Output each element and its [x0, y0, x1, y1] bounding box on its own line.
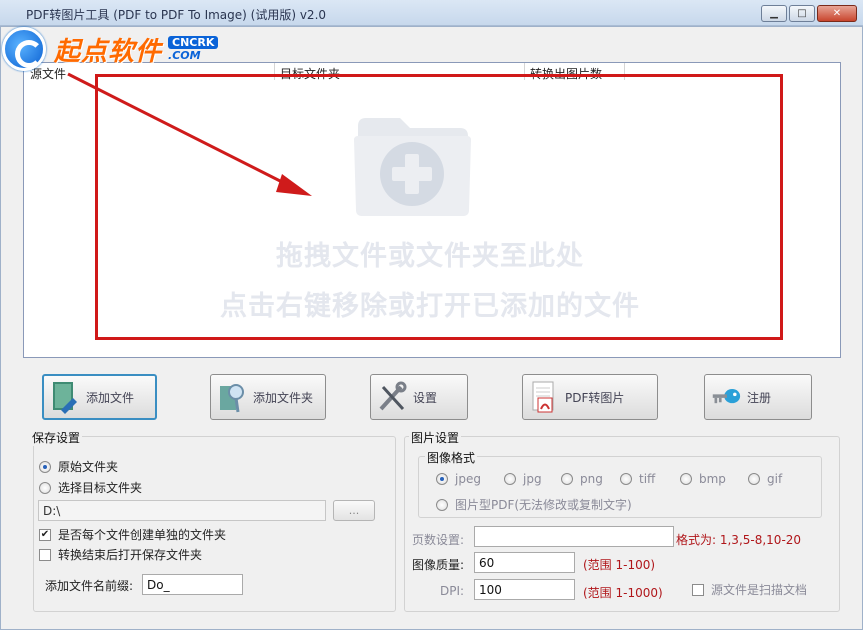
logo-domain: .COM [168, 49, 201, 62]
convert-label: PDF转图片 [565, 390, 625, 405]
dpi-range-hint: (范围 1-1000) [583, 586, 663, 600]
radio-target-folder[interactable]: 选择目标文件夹 [39, 479, 142, 496]
dpi-input[interactable]: 100 [474, 579, 575, 600]
add-folder-button[interactable]: 添加文件夹 [210, 374, 326, 420]
arrow-icon [67, 72, 312, 196]
radio-image-pdf[interactable]: 图片型PDF(无法修改或复制文字) [436, 496, 632, 513]
pdf-icon [529, 380, 559, 414]
image-format-title: 图像格式 [425, 449, 478, 466]
image-settings-title: 图片设置 [409, 429, 462, 446]
settings-label: 设置 [413, 390, 438, 405]
logo-icon [2, 27, 46, 71]
register-button[interactable]: 注册 [704, 374, 812, 420]
window-controls: ▁ □ ✕ [761, 5, 857, 22]
close-icon[interactable]: ✕ [817, 5, 857, 22]
window-title: PDF转图片工具 (PDF to PDF To Image) (试用版) v2.… [26, 8, 327, 22]
pages-format-hint: 格式为: 1,3,5-8,10-20 [676, 533, 802, 547]
radio-format-tiff[interactable]: tiff [620, 472, 655, 486]
folder-search-icon [217, 380, 247, 414]
maximize-icon[interactable]: □ [789, 5, 815, 22]
target-path-input[interactable]: D:\ [38, 500, 326, 521]
key-icon [711, 380, 741, 414]
radio-format-bmp[interactable]: bmp [680, 472, 726, 486]
register-label: 注册 [747, 390, 772, 405]
quality-label: 图像质量: [412, 558, 465, 572]
quality-range-hint: (范围 1-100) [583, 558, 656, 572]
pages-input[interactable] [474, 526, 674, 547]
settings-button[interactable]: 设置 [370, 374, 468, 420]
title-bar: PDF转图片工具 (PDF to PDF To Image) (试用版) v2.… [0, 0, 863, 26]
logo-brand: 起点软件 [54, 36, 163, 67]
minimize-icon[interactable]: ▁ [761, 5, 787, 22]
checkbox-scanned-source[interactable]: 源文件是扫描文档 [692, 581, 807, 598]
radio-format-jpeg[interactable]: jpeg [436, 472, 481, 486]
radio-format-gif[interactable]: gif [748, 472, 782, 486]
radio-original-folder[interactable]: 原始文件夹 [39, 458, 118, 475]
dpi-label: DPI: [440, 584, 465, 598]
radio-format-jpg[interactable]: jpg [504, 472, 542, 486]
add-folder-label: 添加文件夹 [253, 390, 314, 405]
watermark-logo: 起点软件 CNCRK .COM [0, 27, 280, 71]
tools-icon [377, 380, 407, 414]
logo-badge: CNCRK [168, 36, 219, 49]
add-file-icon [50, 380, 80, 414]
quality-input[interactable]: 60 [474, 552, 575, 573]
checkbox-create-subfolder[interactable]: ✔ 是否每个文件创建单独的文件夹 [39, 526, 226, 543]
prefix-input[interactable]: Do_ [142, 574, 243, 595]
add-file-button[interactable]: 添加文件 [42, 374, 157, 420]
save-settings-title: 保存设置 [30, 429, 83, 446]
browse-button[interactable]: ... [333, 500, 375, 521]
pages-label: 页数设置: [412, 533, 465, 547]
convert-button[interactable]: PDF转图片 [522, 374, 658, 420]
checkbox-open-after[interactable]: 转换结束后打开保存文件夹 [39, 546, 202, 563]
radio-format-png[interactable]: png [561, 472, 603, 486]
add-file-label: 添加文件 [86, 390, 135, 405]
prefix-label: 添加文件名前缀: [45, 579, 134, 593]
